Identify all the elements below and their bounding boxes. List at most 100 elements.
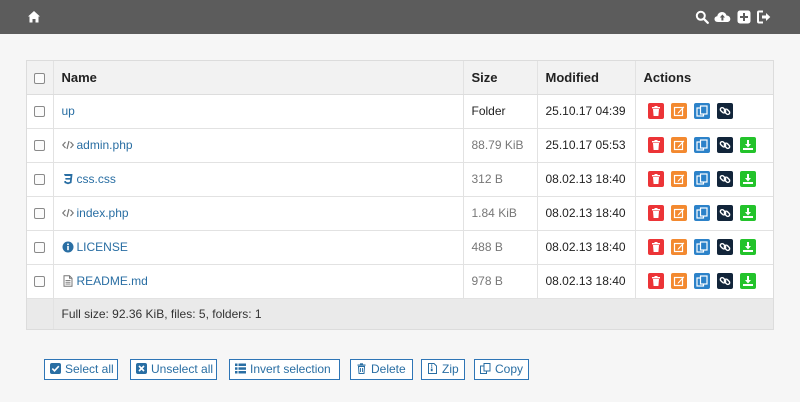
direct-link-action-button[interactable]: [716, 137, 733, 153]
link-icon: [719, 106, 730, 116]
download-action-button[interactable]: [739, 273, 756, 289]
rename-action-button[interactable]: [670, 273, 687, 289]
select-all-checkbox[interactable]: [34, 72, 46, 84]
rename-action-button[interactable]: [670, 239, 687, 255]
copy-action-button[interactable]: [693, 171, 710, 187]
modified-cell: 08.02.13 18:40: [537, 230, 636, 265]
search-icon[interactable]: [695, 10, 709, 24]
direct-link-action-button[interactable]: [716, 171, 733, 187]
trash-icon: [651, 208, 660, 218]
file-link[interactable]: up: [62, 104, 75, 118]
delete-action-button[interactable]: [647, 205, 664, 221]
edit-icon: [673, 242, 684, 253]
modified-cell: 08.02.13 18:40: [537, 162, 636, 197]
delete-action-button[interactable]: [647, 171, 664, 187]
delete-action-button[interactable]: [647, 137, 664, 153]
direct-link-action-button[interactable]: [716, 103, 733, 119]
copy-action-button[interactable]: [693, 273, 710, 289]
file-link[interactable]: README.md: [62, 274, 148, 288]
table-row: css.css 312 B 08.02.13 18:40: [27, 162, 773, 197]
zip-label: Zip: [442, 362, 459, 376]
sign-out-icon[interactable]: [757, 10, 771, 24]
folder-summary: Full size: 92.36 KiB, files: 5, folders:…: [53, 298, 773, 329]
file-name: css.css: [76, 172, 116, 186]
copy-selected-button[interactable]: Copy: [474, 359, 529, 380]
copy-icon: [695, 207, 708, 219]
file-archive-icon: [428, 363, 437, 374]
rename-action-button[interactable]: [670, 171, 687, 187]
link-icon: [719, 140, 730, 150]
invert-selection-button[interactable]: Invert selection: [229, 359, 340, 380]
rename-action-button[interactable]: [670, 205, 687, 221]
delete-action-button[interactable]: [647, 103, 664, 119]
row-checkbox-cell: [27, 162, 54, 197]
edit-icon: [673, 140, 684, 151]
size-cell: Folder: [463, 94, 538, 129]
actions-cell: [635, 230, 773, 265]
unselect-all-button[interactable]: Unselect all: [130, 359, 217, 380]
row-checkbox-cell: [27, 230, 54, 265]
delete-action-button[interactable]: [647, 273, 664, 289]
actions-cell: [635, 94, 773, 129]
edit-icon: [673, 106, 684, 117]
rename-action-button[interactable]: [670, 103, 687, 119]
table-row: index.php 1.84 KiB 08.02.13 18:40: [27, 196, 773, 231]
direct-link-action-button[interactable]: [716, 239, 733, 255]
copy-action-button[interactable]: [693, 239, 710, 255]
modified-cell: 08.02.13 18:40: [537, 264, 636, 299]
table-row: LICENSE 488 B 08.02.13 18:40: [27, 230, 773, 265]
download-action-button[interactable]: [739, 205, 756, 221]
copy-action-button[interactable]: [693, 137, 710, 153]
name-cell: css.css: [53, 162, 464, 197]
select-all-button[interactable]: Select all: [44, 359, 118, 380]
modified-cell: 25.10.17 05:53: [537, 128, 636, 163]
row-checkbox[interactable]: [34, 174, 46, 186]
invert-selection-label: Invert selection: [250, 362, 331, 376]
row-checkbox[interactable]: [34, 106, 46, 118]
copy-action-button[interactable]: [693, 103, 710, 119]
file-link[interactable]: LICENSE: [62, 240, 128, 254]
edit-icon: [673, 276, 684, 287]
header-checkbox-cell: [27, 61, 54, 95]
download-action-button[interactable]: [739, 137, 756, 153]
download-icon: [742, 208, 753, 218]
actions-cell: [635, 162, 773, 197]
home-icon[interactable]: [27, 10, 41, 24]
row-checkbox-cell: [27, 94, 54, 129]
trash-icon: [651, 242, 660, 252]
column-header-size[interactable]: Size: [463, 61, 538, 95]
file-name: LICENSE: [76, 240, 128, 254]
row-checkbox[interactable]: [34, 140, 46, 152]
row-checkbox[interactable]: [34, 208, 46, 220]
copy-label: Copy: [495, 362, 524, 376]
actions-cell: [635, 196, 773, 231]
trash-icon: [651, 174, 660, 184]
delete-selected-button[interactable]: Delete: [350, 359, 413, 380]
table-row: admin.php 88.79 KiB 25.10.17 05:53: [27, 128, 773, 163]
delete-label: Delete: [371, 362, 406, 376]
row-checkbox[interactable]: [34, 276, 46, 288]
rename-action-button[interactable]: [670, 137, 687, 153]
row-checkbox-cell: [27, 264, 54, 299]
copy-action-button[interactable]: [693, 205, 710, 221]
direct-link-action-button[interactable]: [716, 205, 733, 221]
row-checkbox-cell: [27, 128, 54, 163]
column-header-name[interactable]: Name: [53, 61, 464, 95]
file-link[interactable]: css.css: [62, 172, 116, 186]
file-link[interactable]: admin.php: [61, 138, 133, 152]
delete-action-button[interactable]: [647, 239, 664, 255]
trash-icon: [651, 106, 660, 116]
zip-button[interactable]: Zip: [421, 359, 465, 380]
info-circle-icon: [62, 241, 73, 253]
column-header-modified[interactable]: Modified: [537, 61, 636, 95]
row-checkbox[interactable]: [34, 242, 46, 254]
download-action-button[interactable]: [739, 171, 756, 187]
download-action-button[interactable]: [739, 239, 756, 255]
file-name: admin.php: [76, 138, 133, 152]
cloud-upload-icon[interactable]: [714, 10, 731, 24]
plus-square-icon[interactable]: [737, 10, 751, 24]
download-icon: [742, 276, 753, 286]
name-cell: README.md: [53, 264, 464, 299]
direct-link-action-button[interactable]: [716, 273, 733, 289]
file-link[interactable]: index.php: [61, 206, 129, 220]
